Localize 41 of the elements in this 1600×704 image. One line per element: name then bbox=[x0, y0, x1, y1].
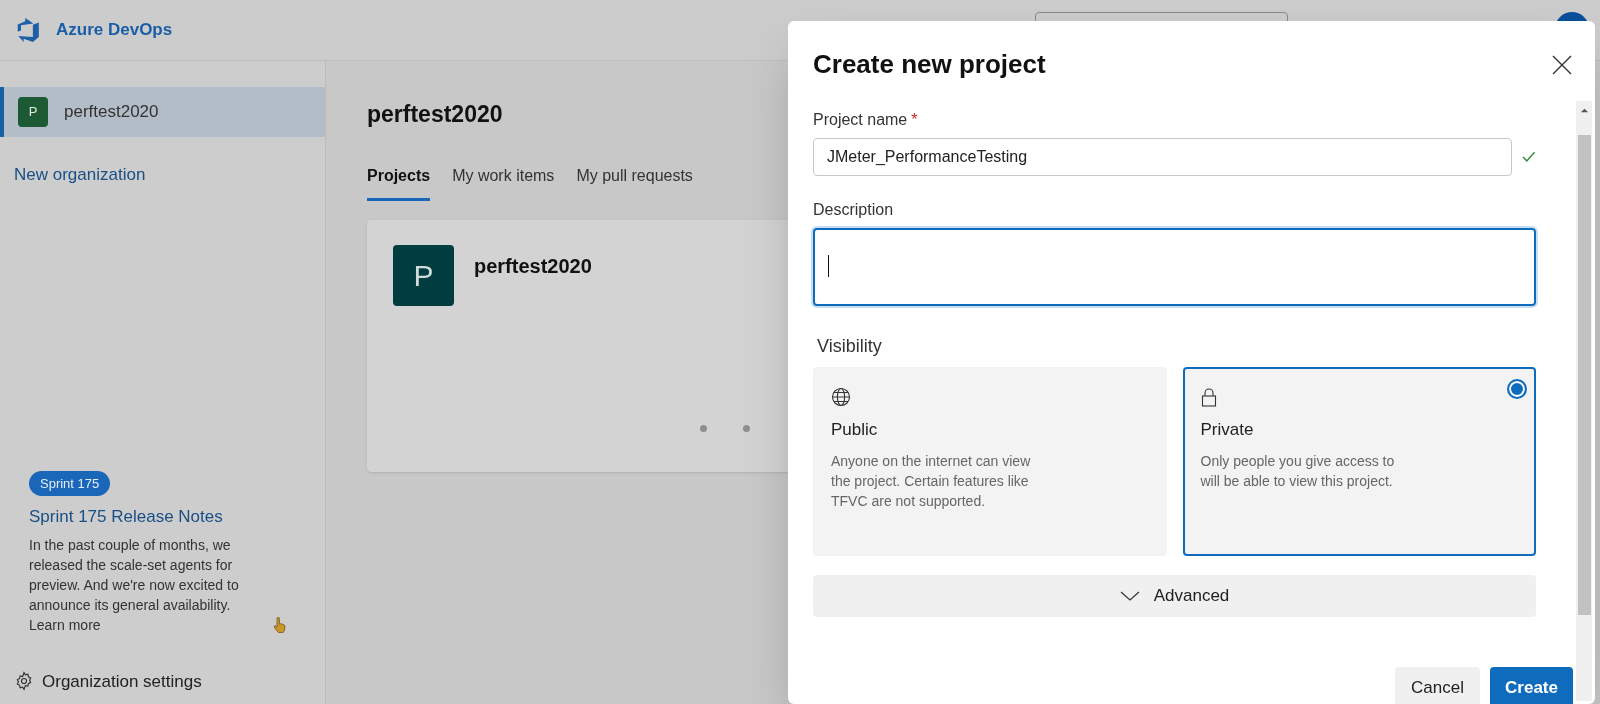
scroll-up-icon[interactable] bbox=[1579, 106, 1589, 115]
option-title: Private bbox=[1200, 419, 1254, 441]
project-name: perftest2020 bbox=[474, 253, 592, 279]
dialog-title: Create new project bbox=[813, 48, 1046, 81]
globe-icon bbox=[831, 387, 851, 407]
text-cursor bbox=[828, 255, 829, 277]
visibility-option[interactable]: Private Only people you give access to will be able to view this project. bbox=[1182, 367, 1536, 556]
option-title: Public bbox=[831, 419, 878, 441]
organization-item[interactable]: P perftest2020 bbox=[0, 87, 325, 137]
page-title: perftest2020 bbox=[367, 100, 503, 129]
lock-icon bbox=[1200, 387, 1217, 407]
release-notes-text: In the past couple of months, we released the scale-set agents for preview. And we're now excited to announce its general availability. Learn more bbox=[29, 535, 240, 635]
create-button[interactable]: Create bbox=[1490, 667, 1573, 704]
gear-icon bbox=[14, 671, 34, 692]
description-field[interactable] bbox=[813, 228, 1536, 306]
tab[interactable]: My pull requests bbox=[576, 163, 693, 201]
field-label: Description bbox=[813, 200, 894, 220]
cancel-button[interactable]: Cancel bbox=[1395, 667, 1480, 704]
section-label: Visibility bbox=[817, 335, 882, 358]
tab[interactable]: My work items bbox=[452, 163, 555, 201]
chevron-icon bbox=[1119, 591, 1140, 601]
required-mark: * bbox=[911, 110, 918, 130]
pointing-hand-icon bbox=[273, 616, 287, 633]
app-title: Azure DevOps bbox=[56, 19, 173, 42]
sprint-badge: Sprint 175 bbox=[29, 470, 111, 496]
radio-button[interactable] bbox=[1507, 379, 1527, 399]
new-organization-link[interactable]: New organization bbox=[14, 162, 146, 188]
option-description: Only people you give access to will be able to view this project. bbox=[1200, 451, 1396, 491]
project-name-field[interactable]: JMeter_PerformanceTesting bbox=[813, 138, 1512, 176]
scrollbar[interactable] bbox=[1576, 101, 1592, 701]
scrollbar-thumb[interactable] bbox=[1577, 135, 1591, 615]
org-avatar: P bbox=[18, 97, 48, 127]
organization-settings-link[interactable]: Organization settings bbox=[14, 668, 202, 694]
logo-icon bbox=[15, 17, 41, 43]
project-avatar: P bbox=[393, 244, 454, 306]
tab[interactable]: Projects bbox=[367, 163, 431, 201]
advanced-toggle[interactable]: Advanced bbox=[813, 575, 1536, 617]
close-icon[interactable] bbox=[1552, 54, 1572, 75]
release-notes-link[interactable]: Sprint 175 Release Notes bbox=[29, 504, 223, 530]
visibility-option[interactable]: Public Anyone on the internet can view the project. Certain features like TFVC are not supported. bbox=[813, 367, 1167, 556]
field-label: Project name bbox=[813, 110, 908, 130]
